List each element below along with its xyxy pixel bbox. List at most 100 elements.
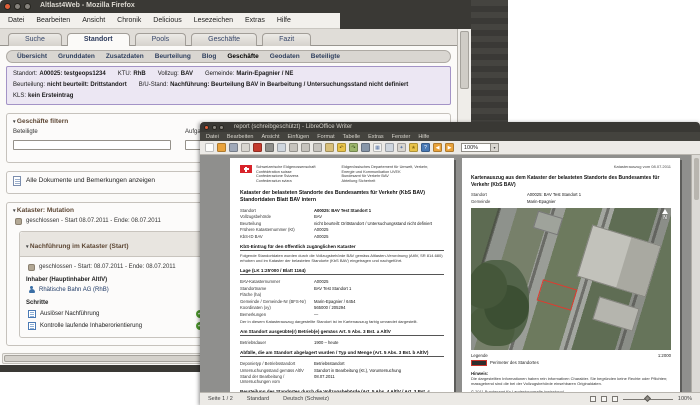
multi-page-view-icon[interactable] bbox=[600, 396, 607, 402]
scrollbar-thumb[interactable] bbox=[4, 355, 204, 362]
building bbox=[576, 224, 662, 297]
section-nav-item[interactable]: Übersicht bbox=[17, 53, 47, 60]
browser-app-tab[interactable]: Pools bbox=[134, 33, 187, 46]
document-icon bbox=[13, 175, 21, 186]
document-page-1: Schweizerische Eidgenossenschaft Confédér… bbox=[230, 158, 454, 392]
scrollbar-thumb[interactable] bbox=[460, 31, 469, 89]
all-documents-label: Alle Dokumente und Bemerkungen anzeigen bbox=[26, 177, 156, 185]
perimeter-swatch-icon bbox=[471, 359, 487, 366]
toolbar-icon[interactable]: ★ bbox=[409, 143, 418, 152]
toolbar-icon[interactable]: ◀ bbox=[433, 143, 442, 152]
map-note: Der in diesem Katasterauszug dargestellt… bbox=[240, 318, 418, 324]
doc-field-row: Koordinaten (xy) 565000 / 205294 bbox=[240, 305, 346, 311]
toolbar-icon[interactable]: ▶ bbox=[445, 143, 454, 152]
section-nav-item[interactable]: Zusatzdaten bbox=[106, 53, 144, 60]
step-label: Auslöser Nachführung bbox=[40, 310, 100, 317]
confederation-lines: Schweizerische Eidgenossenschaft Confédér… bbox=[256, 165, 316, 183]
menu-item[interactable]: Bearbeiten bbox=[227, 134, 254, 140]
language-indicator[interactable]: Deutsch (Schweiz) bbox=[283, 396, 329, 402]
header-line: Eidgenössisches Departement für Umwelt, … bbox=[341, 165, 429, 169]
menu-item[interactable]: Extras bbox=[368, 134, 384, 140]
maximize-button[interactable] bbox=[219, 124, 224, 130]
window-title: Altlast4Web - Mozilla Firefox bbox=[40, 2, 135, 9]
info-line-2: Beurteilung: nicht beurteilt: Drittstando… bbox=[13, 82, 444, 89]
toolbar-icon[interactable] bbox=[205, 143, 214, 152]
site-perimeter-outline bbox=[536, 279, 578, 312]
legend-item: Perimeter des Standortes bbox=[471, 359, 671, 366]
menu-item[interactable]: Extras bbox=[245, 17, 265, 24]
document-page-2: Katasterauszug vom 08.07.2011 Kartenausz… bbox=[462, 158, 680, 392]
section-nav-item[interactable]: Geodaten bbox=[270, 53, 300, 60]
browser-app-tab[interactable]: Fazit bbox=[262, 33, 312, 46]
browser-app-tab[interactable]: Geschäfte bbox=[191, 33, 258, 46]
toolbar-icon[interactable] bbox=[289, 143, 298, 152]
page-style[interactable]: Standard bbox=[247, 396, 269, 402]
header-line: Confederaziun svizra bbox=[256, 178, 292, 183]
toolbar-icon[interactable] bbox=[253, 143, 262, 152]
toolbar-icon[interactable]: ↷ bbox=[349, 143, 358, 152]
menu-item[interactable]: Einfügen bbox=[288, 134, 310, 140]
menu-item[interactable]: Ansicht bbox=[82, 17, 105, 24]
zoom-percent: 100% bbox=[677, 396, 692, 402]
task-form-icon bbox=[28, 321, 36, 330]
section-nav-item[interactable]: Beteiligte bbox=[311, 53, 340, 60]
close-button[interactable] bbox=[4, 3, 11, 10]
close-button[interactable] bbox=[204, 124, 209, 130]
single-page-view-icon[interactable] bbox=[589, 396, 596, 402]
federal-header: Schweizerische Eidgenossenschaft Confédér… bbox=[240, 165, 444, 183]
report-title: Kataster der belasteten Standorte des Bu… bbox=[240, 190, 425, 203]
menu-item[interactable]: Bearbeiten bbox=[36, 17, 70, 24]
browser-app-tab[interactable]: Standort bbox=[66, 33, 130, 46]
zoom-slider-knob[interactable] bbox=[643, 394, 651, 403]
nachfuehrung-header[interactable]: Nachführung im Kataster (Start) bbox=[26, 243, 129, 250]
filter-input[interactable] bbox=[13, 140, 171, 151]
toolbar-icon[interactable] bbox=[217, 143, 226, 152]
browser-app-tab[interactable]: Suche bbox=[8, 33, 62, 46]
maximize-button[interactable] bbox=[24, 3, 31, 10]
chevron-down-icon[interactable]: ▾ bbox=[491, 143, 499, 152]
menu-item[interactable]: Tabelle bbox=[343, 134, 360, 140]
section-nav-item[interactable]: Beurteilung bbox=[155, 53, 191, 60]
tree-canopy bbox=[471, 259, 529, 346]
section-nav-item[interactable]: Grunddaten bbox=[58, 53, 95, 60]
toolbar-icon[interactable] bbox=[361, 143, 370, 152]
menu-item[interactable]: Format bbox=[317, 134, 334, 140]
doc-field-row: Betriebsdauer 1900 – heute bbox=[240, 340, 339, 346]
toolbar-icon[interactable]: ✦ bbox=[397, 143, 406, 152]
step-label: Kontrolle laufende Inhaberorientierung bbox=[40, 322, 143, 329]
info-pair: KLS: kein Ersteintrag bbox=[13, 93, 74, 100]
toolbar-icon[interactable]: ▦ bbox=[373, 143, 382, 152]
menu-item[interactable]: Delicious bbox=[153, 17, 181, 24]
doc-field-row: BAV-Katasternummer A00025 bbox=[240, 279, 329, 285]
menu-item[interactable]: Ansicht bbox=[261, 134, 279, 140]
toolbar-icon[interactable] bbox=[301, 143, 310, 152]
zoom-slider[interactable] bbox=[622, 394, 673, 403]
toolbar-icon[interactable]: ? bbox=[421, 143, 430, 152]
menu-item[interactable]: Chronik bbox=[117, 17, 141, 24]
scrollbar-thumb[interactable] bbox=[693, 158, 699, 200]
menu-item[interactable]: Datei bbox=[206, 134, 219, 140]
minimize-button[interactable] bbox=[211, 124, 217, 130]
book-view-icon[interactable] bbox=[611, 396, 618, 402]
field-rows: Standort A00025: BAV Test Standort 1 Gemei… bbox=[471, 192, 671, 204]
toolbar-icon[interactable] bbox=[385, 143, 394, 152]
minimize-button[interactable] bbox=[14, 3, 21, 10]
vertical-scrollbar[interactable] bbox=[691, 155, 700, 392]
menu-item[interactable]: Hilfe bbox=[418, 134, 429, 140]
toolbar-icon[interactable] bbox=[313, 143, 322, 152]
toolbar-icon[interactable] bbox=[277, 143, 286, 152]
section-nav-item[interactable]: Geschäfte bbox=[227, 53, 258, 60]
menu-item[interactable]: Datei bbox=[8, 17, 24, 24]
section-nav-item[interactable]: Blog bbox=[202, 53, 216, 60]
legend-item-label: Perimeter des Standortes bbox=[490, 360, 539, 366]
toolbar-icon[interactable]: ↶ bbox=[337, 143, 346, 152]
toolbar-icon[interactable] bbox=[229, 143, 238, 152]
zoom-combo[interactable]: 100% ▾ bbox=[461, 143, 499, 152]
toolbar-icon[interactable] bbox=[241, 143, 250, 152]
toolbar-icon[interactable] bbox=[265, 143, 274, 152]
menu-item[interactable]: Fenster bbox=[392, 134, 411, 140]
menu-item[interactable]: Hilfe bbox=[277, 17, 291, 24]
toolbar-icon[interactable] bbox=[325, 143, 334, 152]
person-icon bbox=[28, 285, 35, 294]
menu-item[interactable]: Lesezeichen bbox=[194, 17, 233, 24]
